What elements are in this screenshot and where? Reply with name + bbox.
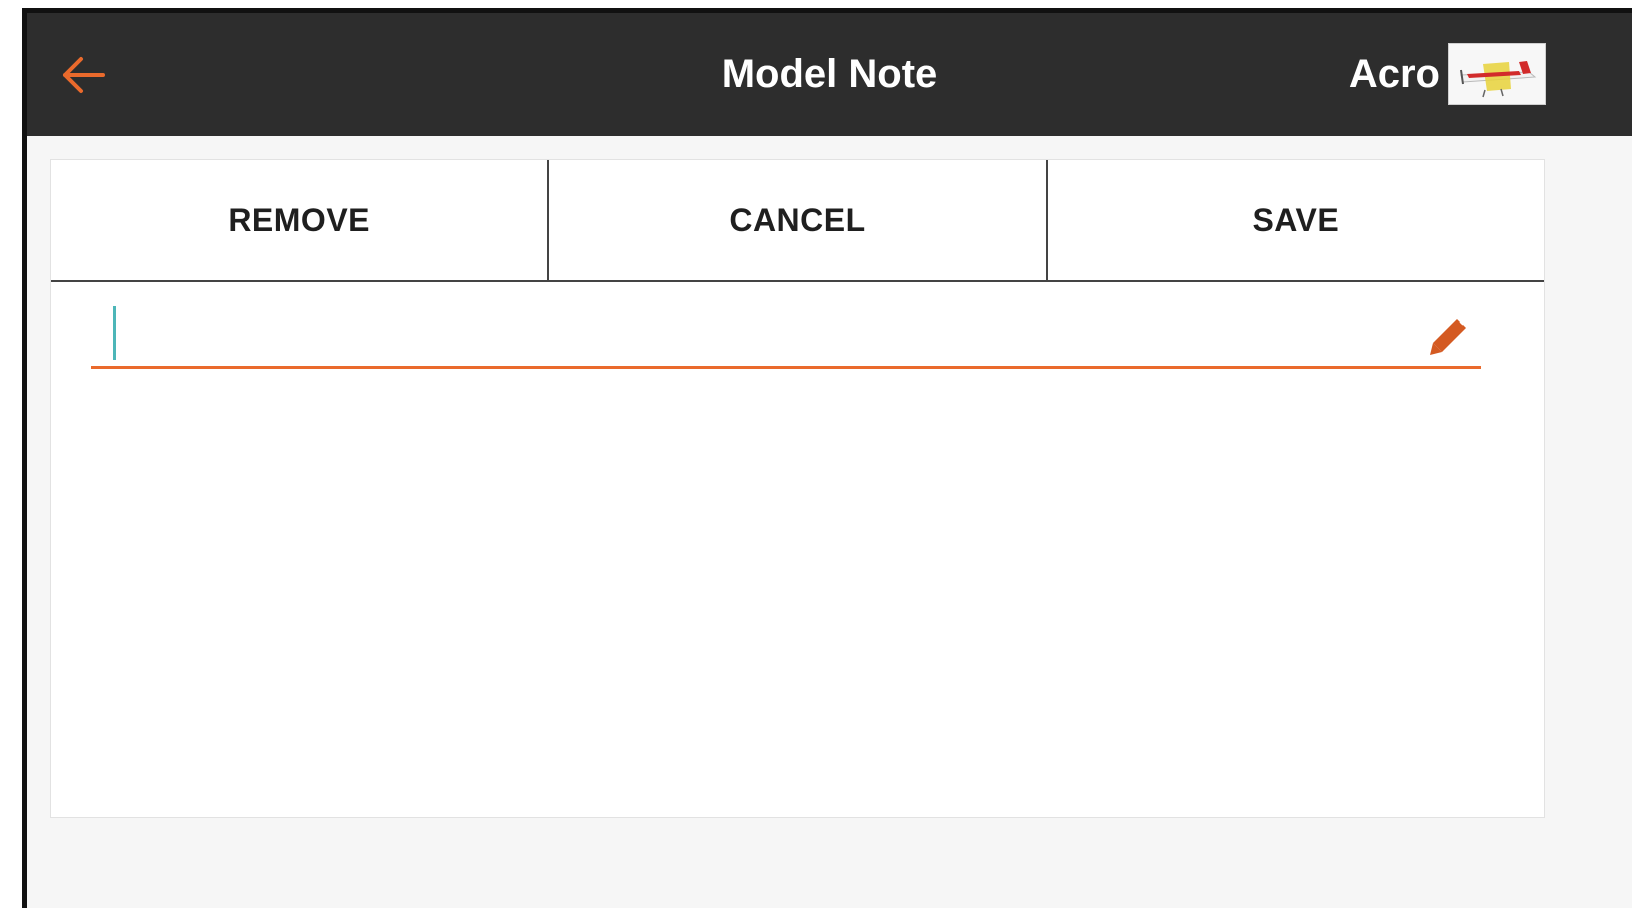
top-bar: Model Note Acro: [27, 13, 1632, 136]
note-input[interactable]: [113, 306, 1403, 362]
edit-button[interactable]: [1427, 314, 1471, 358]
save-button[interactable]: SAVE: [1045, 160, 1544, 280]
app-screen: Model Note Acro REMOVE CANCEL SAVE: [22, 8, 1632, 908]
airplane-model-icon: [1460, 61, 1537, 98]
note-text-field[interactable]: [91, 300, 1481, 369]
pencil-icon: [1430, 319, 1466, 355]
text-cursor: [113, 306, 116, 360]
back-button[interactable]: [57, 48, 111, 102]
model-thumbnail[interactable]: [1448, 43, 1546, 105]
action-bar: REMOVE CANCEL SAVE: [51, 160, 1544, 282]
arrow-left-icon: [63, 57, 105, 93]
note-panel: REMOVE CANCEL SAVE: [50, 159, 1545, 818]
remove-button[interactable]: REMOVE: [51, 160, 548, 280]
model-name: Acro: [1348, 52, 1440, 96]
cancel-button[interactable]: CANCEL: [547, 160, 1046, 280]
